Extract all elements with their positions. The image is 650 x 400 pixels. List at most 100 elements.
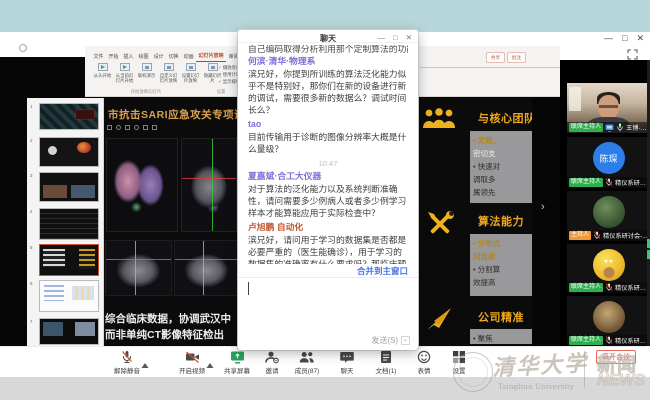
close-icon[interactable]: ✕ (636, 33, 644, 43)
slide-thumbnail[interactable] (39, 280, 99, 312)
send-options-dropdown[interactable]: ⌄ (401, 336, 410, 345)
participant-tile[interactable]: 联席主持人精仪系研讨会-... (567, 244, 650, 293)
chat-minimize-icon[interactable]: — (378, 33, 386, 42)
fullscreen-icon[interactable] (627, 47, 638, 65)
annotate-button[interactable]: 批注 (507, 52, 526, 63)
chat-message-list: 自己编码取得分析利用那个定制算法的功能如何理解？何滨·清华·物理系滨兄好，你提到… (238, 43, 418, 264)
chat-close-icon[interactable]: ✕ (406, 33, 412, 42)
toolbar-chat[interactable]: 聊天 (340, 349, 355, 375)
chat-maximize-icon[interactable]: □ (393, 33, 398, 42)
participant-tile[interactable]: 联席主持人精仪系研讨会-... (567, 296, 650, 346)
participant-info-bar: 主持人精仪系研讨会-... (567, 230, 650, 241)
slide-section-heading: 算法能力 (478, 213, 532, 229)
participant-tile[interactable]: 主持人精仪系研讨会-... (567, 191, 650, 241)
slide-bullet-text: 尤政、 (478, 136, 501, 145)
ribbon-button-icon (164, 63, 174, 71)
viewer-toolbar-icons[interactable] (107, 125, 157, 130)
participant-name: 精仪系研讨会-... (615, 178, 648, 187)
chat-icon (340, 349, 355, 364)
slide-thumbnail[interactable] (39, 172, 99, 202)
mic-off-icon (605, 178, 613, 187)
viewer-tool-icon[interactable] (107, 125, 112, 130)
next-slide-arrow-icon[interactable]: › (541, 201, 545, 213)
participant-video (598, 95, 619, 119)
chat-titlebar[interactable]: 聊天 — □ ✕ (238, 30, 418, 43)
slide-bullet-text: 间连续 (473, 252, 496, 261)
toolbar-docs[interactable]: 文档(1) (376, 349, 397, 375)
share-button[interactable]: 共享 (486, 52, 505, 63)
toolbar-settings[interactable]: 设置 (452, 349, 466, 375)
slide-thumbnail-panel: 1234567 (27, 98, 104, 346)
team-icon (422, 108, 456, 135)
docs-icon (379, 349, 392, 364)
chat-message-text: 对于算法的泛化能力以及系统判断准确性，请问需要多少例病人或者多少例学习样本才能算… (248, 183, 408, 219)
ribbon-button-label: 自定义幻灯片放映 (158, 73, 179, 83)
participant-tile[interactable]: 联席主持人王博·精仪系 (567, 83, 650, 133)
ppt-tab-开始[interactable]: 开始 (106, 52, 121, 62)
avatar: 陈琛 (593, 142, 625, 174)
toolbar-label: 成员(87) (295, 365, 320, 375)
merge-to-main-link[interactable]: 合并到主窗口 (357, 265, 408, 277)
app-icon (19, 44, 27, 52)
viewer-tool-icon[interactable] (116, 125, 121, 130)
ribbon-button[interactable]: 自定义幻灯片放映 (158, 63, 179, 83)
caret-up-icon[interactable] (207, 355, 214, 373)
slide-thumbnail[interactable] (39, 244, 99, 276)
avatar (593, 249, 625, 281)
slide-thumbnail[interactable] (39, 208, 99, 240)
toolbar-members[interactable]: 成员(87) (295, 349, 320, 375)
participant-tile[interactable]: 陈琛联席主持人精仪系研讨会-... (567, 137, 650, 188)
send-button[interactable]: 发送(S) (371, 335, 398, 346)
toolbar-screen-share[interactable]: 共享屏幕 (224, 349, 250, 375)
ribbon-button[interactable]: 从当前幻灯片开始 (114, 63, 135, 83)
toolbar-invite[interactable]: 邀请 (265, 349, 280, 375)
ribbon-button-icon (186, 63, 196, 71)
sidebar-scrollbar[interactable] (647, 60, 650, 346)
slide-bottom-text: 而非单纯CT影像特征检出 (105, 327, 224, 342)
bullet-dot: • (473, 334, 476, 343)
role-badge: 主持人 (569, 231, 591, 240)
caret-up-icon[interactable] (142, 355, 149, 373)
ppt-tab-幻灯片放映[interactable]: 幻灯片放映 (196, 51, 226, 62)
mic-off-icon (605, 336, 613, 345)
ppt-tab-动画[interactable]: 动画 (181, 52, 196, 62)
participant-name: 王博·精仪系 (626, 123, 648, 132)
ppt-tab-切换[interactable]: 切换 (166, 52, 181, 62)
slide-section-heading: 公司精准 (478, 309, 532, 325)
toolbar-emoji[interactable]: 表情 (417, 349, 431, 375)
toolbar-mic-muted[interactable]: 解除静音 (114, 349, 140, 375)
ppt-ribbon-buttons: 从头开始从当前幻灯片开始联机演示自定义幻灯片放映设置幻灯片放映隐藏幻灯片 (92, 63, 223, 83)
invite-icon (265, 349, 280, 364)
ribbon-button[interactable]: 联机演示 (136, 63, 157, 83)
bullet-dot: • (473, 162, 476, 171)
chat-message-text: 自己编码取得分析利用那个定制算法的功能如何理解？ (248, 45, 408, 53)
window-controls: — □ ✕ (604, 33, 644, 43)
emoji-icon (417, 349, 431, 364)
ribbon-button-label: 从头开始 (94, 73, 112, 78)
viewer-tool-icon[interactable] (125, 125, 130, 130)
ppt-tab-设计[interactable]: 设计 (151, 52, 166, 62)
slide-thumbnail[interactable] (39, 103, 99, 130)
ppt-tab-文件[interactable]: 文件 (91, 52, 106, 62)
chat-message-text: 滨兄好，你提到所训练的算法泛化能力似乎不是特别好，那你们在新的设备进行新的调试，… (248, 68, 408, 116)
ribbon-button[interactable]: 设置幻灯片放映 (180, 63, 201, 83)
toolbar-label: 共享屏幕 (224, 365, 250, 375)
viewer-tool-icon[interactable] (143, 125, 148, 130)
ppt-tab-绘图[interactable]: 绘图 (136, 52, 151, 62)
slide-thumbnail[interactable] (39, 137, 99, 167)
screen-icon (605, 124, 614, 132)
chat-input[interactable] (238, 277, 418, 332)
chat-window: 聊天 — □ ✕ 自己编码取得分析利用那个定制算法的功能如何理解？何滨·清华·物… (238, 30, 418, 350)
avatar (593, 301, 625, 333)
leave-meeting-button[interactable]: 离开会议 (596, 350, 636, 364)
ribbon-group-label: 开始放映幻灯片 (111, 89, 181, 95)
slide-3d-lung-image (106, 138, 178, 232)
slide-thumbnail[interactable] (39, 318, 99, 345)
ppt-tab-插入[interactable]: 插入 (121, 52, 136, 62)
ribbon-button[interactable]: 从头开始 (92, 63, 113, 83)
restore-icon[interactable]: □ (622, 33, 627, 43)
viewer-tool-icon[interactable] (152, 125, 157, 130)
viewer-tool-icon[interactable] (134, 125, 139, 130)
minimize-icon[interactable]: — (604, 33, 613, 43)
toolbar-camera-off[interactable]: 开启视频 (179, 349, 205, 375)
